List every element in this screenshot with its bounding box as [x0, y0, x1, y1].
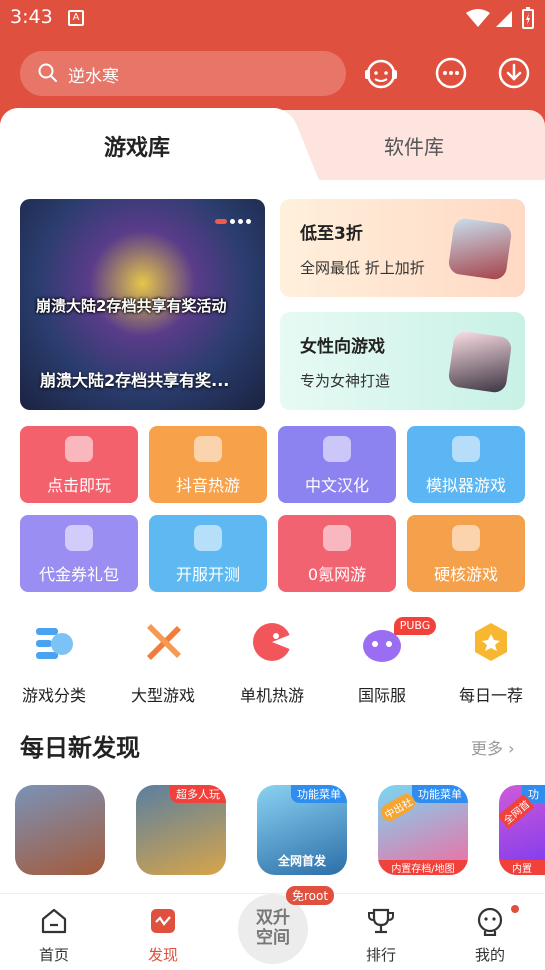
tile-voucher-gift[interactable]: 代金券礼包: [20, 515, 138, 592]
app-notification-icon: A: [68, 10, 84, 26]
category-label: 单机热游: [239, 686, 304, 705]
game-card[interactable]: [15, 785, 105, 875]
promo-subtitle: 全网最低 折上加折: [300, 259, 425, 277]
more-link[interactable]: 更多 ›: [471, 735, 515, 759]
game-bottom-tag: 内置存档/地图: [378, 860, 468, 875]
no-root-badge: 免root: [286, 886, 335, 905]
tile-server-launch[interactable]: 开服开测: [149, 515, 267, 592]
banner-image-title: 崩溃大陆2存档共享有奖活动: [36, 297, 227, 315]
chevron-right-icon: ›: [508, 739, 515, 758]
category-game-types[interactable]: 游戏分类: [9, 620, 99, 706]
tile-label: 模拟器游戏: [425, 476, 506, 495]
nav-label: 我的: [474, 946, 505, 964]
voucher-icon: [65, 525, 93, 551]
game-tag: 功能菜单: [291, 785, 347, 803]
single-player-icon: [253, 623, 292, 661]
tile-label: 中文汉化: [304, 476, 369, 495]
pubg-badge: PUBG: [394, 617, 436, 635]
tile-emulator-games[interactable]: 模拟器游戏: [407, 426, 525, 503]
large-game-icon: [147, 624, 181, 660]
banner-caption: 崩溃大陆2存档共享有奖...: [40, 371, 230, 390]
tile-douyin-hot[interactable]: 抖音热游: [149, 426, 267, 503]
nav-discover[interactable]: 发现: [118, 894, 208, 965]
crossed-swords-icon: [452, 525, 480, 551]
category-label: 游戏分类: [21, 686, 86, 705]
download-icon[interactable]: [495, 54, 533, 92]
game-category-icon: [36, 628, 73, 659]
search-icon: [38, 63, 57, 82]
tile-label: 硬核游戏: [433, 565, 498, 584]
gamepad-icon: [452, 436, 480, 462]
game-tag: 功能菜单: [412, 785, 468, 803]
message-icon[interactable]: [432, 54, 470, 92]
category-label: 国际服: [357, 686, 406, 705]
tile-label: 点击即玩: [46, 476, 111, 495]
status-time: 3:43: [10, 6, 53, 28]
nav-profile[interactable]: 我的: [445, 894, 535, 965]
game-bottom-tag: 全网首发: [277, 854, 326, 868]
tile-label: 抖音热游: [175, 476, 240, 495]
discount-promo-card[interactable]: 低至3折 全网最低 折上加折: [280, 199, 525, 297]
game-card[interactable]: 功能菜单 中出社 内置存档/地图: [378, 785, 468, 875]
promo-game-image: [447, 330, 513, 394]
discover-icon: [151, 909, 175, 933]
controller-icon: [323, 525, 351, 551]
promo-subtitle: 专为女神打造: [300, 372, 391, 390]
game-card[interactable]: 功 全网首 内置: [499, 785, 545, 875]
nav-label: 首页: [38, 946, 69, 964]
section-title: 每日新发现: [20, 734, 140, 762]
more-label: 更多: [471, 739, 504, 758]
wifi-icon: [466, 9, 490, 27]
category-single-player[interactable]: 单机热游: [227, 620, 317, 706]
promo-title: 低至3折: [300, 224, 363, 244]
daily-pick-icon: [475, 623, 507, 661]
tile-label: 开服开测: [175, 565, 240, 584]
customer-service-icon[interactable]: [362, 54, 400, 92]
clock-icon: [194, 525, 222, 551]
tile-instant-play[interactable]: 点击即玩: [20, 426, 138, 503]
profile-icon: [477, 907, 503, 937]
trophy-icon: [368, 908, 394, 934]
chinese-icon: [323, 436, 351, 462]
ghost-icon: [65, 436, 93, 462]
dual-space-label: 双升空间: [256, 908, 290, 948]
tile-label: 0氪网游: [307, 565, 367, 584]
nav-dual-space[interactable]: 双升空间 免root: [238, 886, 335, 964]
notification-dot: [511, 905, 519, 913]
game-side-tag: 中出社: [378, 791, 418, 824]
tile-free-online[interactable]: 0氪网游: [278, 515, 396, 592]
tab-game-library-label[interactable]: 游戏库: [104, 130, 170, 162]
home-icon: [41, 908, 67, 934]
game-bottom-tag: 内置: [499, 860, 545, 875]
tile-label: 代金券礼包: [38, 565, 119, 584]
category-daily-pick[interactable]: 每日一荐: [446, 620, 536, 706]
promo-title: 女性向游戏: [300, 337, 385, 357]
nav-label: 发现: [147, 946, 178, 964]
tile-hardcore-games[interactable]: 硬核游戏: [407, 515, 525, 592]
category-label: 大型游戏: [130, 686, 195, 705]
battery-icon: [522, 7, 534, 29]
game-card[interactable]: 超多人玩: [136, 785, 226, 875]
nav-ranking[interactable]: 排行: [336, 894, 426, 965]
status-bar: 3:43 A: [0, 0, 545, 38]
female-games-promo-card[interactable]: 女性向游戏 专为女神打造: [280, 312, 525, 410]
category-large-games[interactable]: 大型游戏: [118, 620, 208, 706]
carousel-indicator: [212, 209, 251, 228]
search-input[interactable]: 逆水寒: [20, 51, 346, 96]
game-tag: 超多人玩: [170, 785, 226, 803]
game-card[interactable]: 功能菜单 全网首发: [257, 785, 347, 875]
search-text: 逆水寒: [68, 67, 119, 87]
category-label: 每日一荐: [458, 686, 523, 705]
promo-game-image: [447, 217, 513, 281]
tile-chinese-localized[interactable]: 中文汉化: [278, 426, 396, 503]
nav-home[interactable]: 首页: [9, 894, 99, 965]
tiktok-icon: [194, 436, 222, 462]
featured-banner[interactable]: 崩溃大陆2存档共享有奖活动 崩溃大陆2存档共享有奖...: [20, 199, 265, 410]
signal-icon: [496, 11, 512, 27]
nav-label: 排行: [365, 946, 396, 964]
tab-software-library[interactable]: 软件库: [384, 131, 444, 160]
